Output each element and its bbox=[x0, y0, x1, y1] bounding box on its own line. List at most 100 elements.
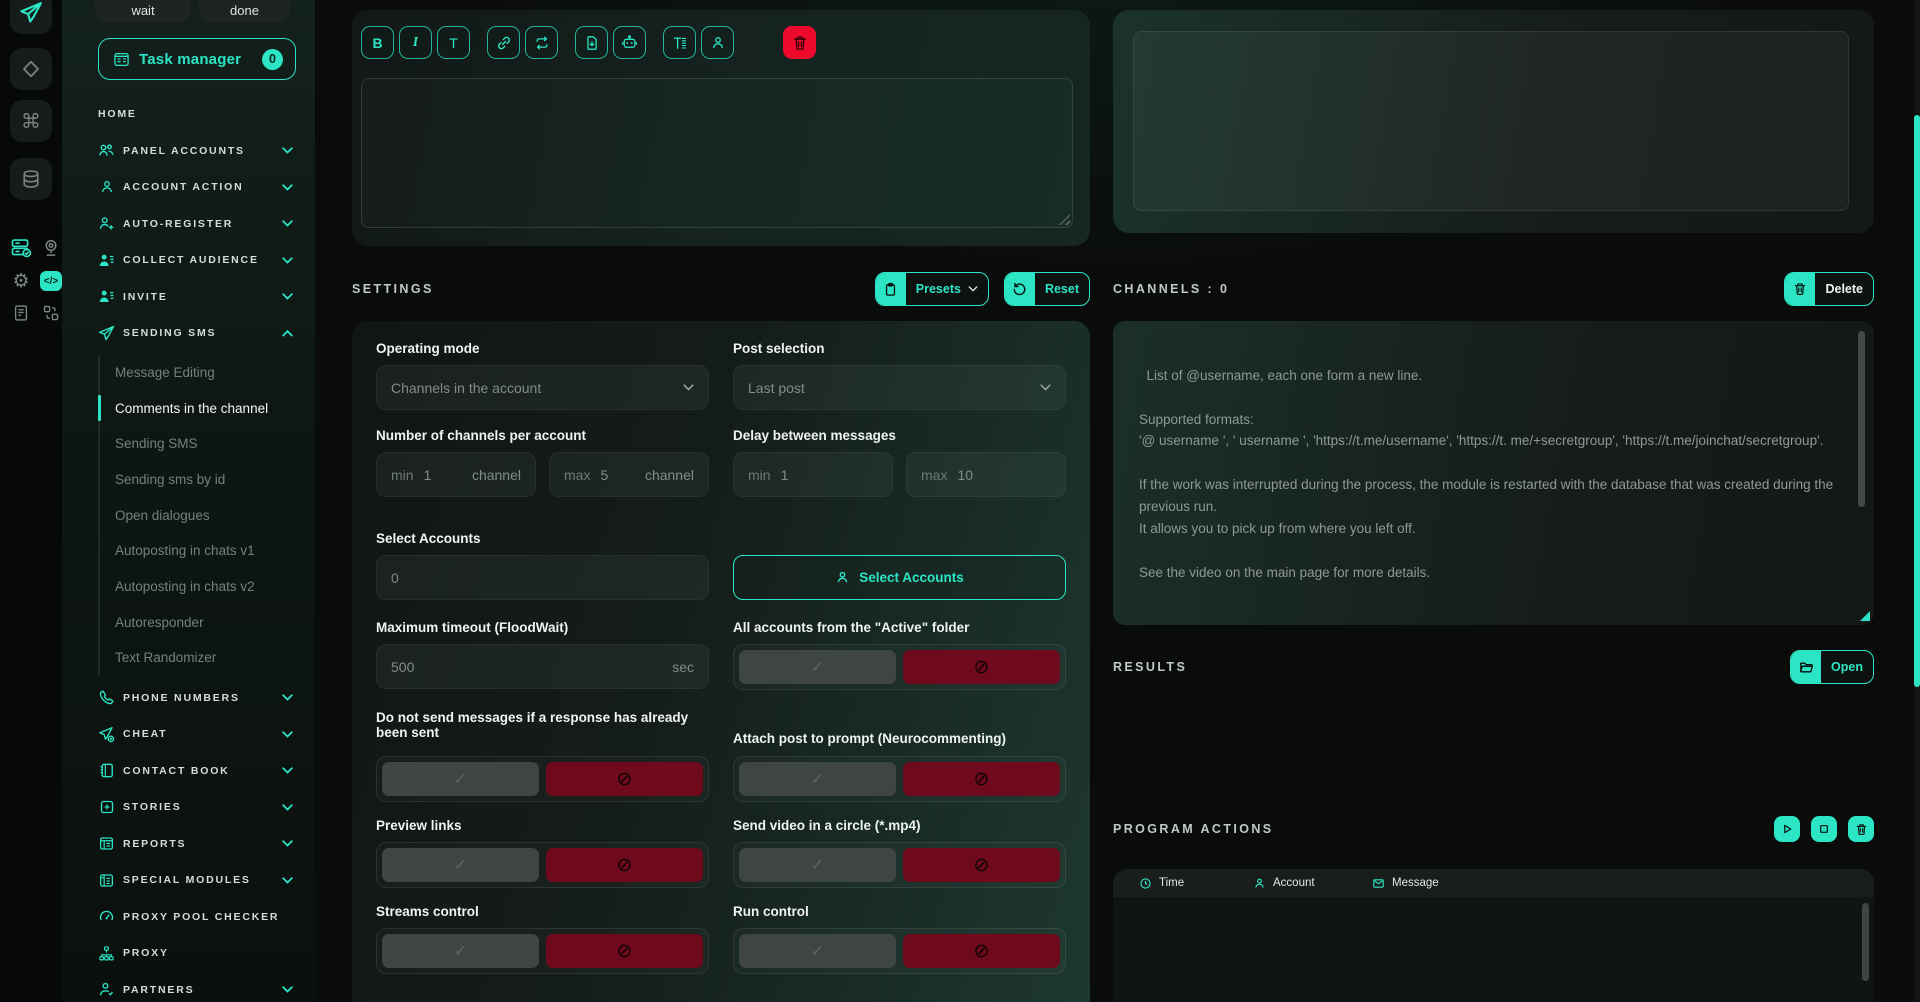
code-window-icon[interactable]: </> bbox=[40, 270, 62, 292]
sidebar-item-panel-accounts[interactable]: PANEL ACCOUNTS bbox=[62, 133, 315, 170]
toggle-no-segment[interactable]: ⊘ bbox=[903, 934, 1060, 968]
channels-scrollbar[interactable] bbox=[1858, 331, 1865, 507]
command-key-icon[interactable]: ⌘ bbox=[10, 100, 52, 142]
column-account[interactable]: Account bbox=[1253, 877, 1372, 890]
active-folder-toggle[interactable]: ✓ ⊘ bbox=[733, 644, 1066, 690]
italic-button[interactable]: I bbox=[399, 26, 432, 59]
submenu-item-comments-in-the-channel[interactable]: Comments in the channel bbox=[100, 390, 315, 426]
play-button[interactable] bbox=[1774, 816, 1800, 842]
submenu-item-autoresponder[interactable]: Autoresponder bbox=[100, 604, 315, 640]
sidebar-item-label: STORIES bbox=[123, 801, 182, 813]
sidebar-item-cheat[interactable]: CHEAT bbox=[62, 716, 315, 753]
timeout-input[interactable]: 500 sec bbox=[376, 644, 709, 689]
settings-gear-icon[interactable]: ⚙ bbox=[10, 270, 32, 292]
send-icon[interactable] bbox=[10, 0, 52, 34]
toggle-yes-segment[interactable]: ✓ bbox=[739, 848, 896, 882]
resize-handle-icon[interactable] bbox=[1860, 611, 1870, 621]
sidebar-item-proxy[interactable]: PROXY bbox=[62, 935, 315, 972]
column-time[interactable]: Time bbox=[1139, 877, 1253, 890]
sidebar-item-partners[interactable]: PARTNERS bbox=[62, 972, 315, 1002]
sidebar-item-home[interactable]: HOME bbox=[62, 96, 315, 133]
post-selection-select[interactable]: Last post bbox=[733, 365, 1066, 410]
toggle-yes-segment[interactable]: ✓ bbox=[739, 934, 896, 968]
server-check-icon[interactable] bbox=[10, 237, 32, 259]
sidebar-item-sending-sms[interactable]: SENDING SMS bbox=[62, 315, 315, 352]
toggle-no-segment[interactable]: ⊘ bbox=[903, 762, 1060, 796]
sidebar-item-special-modules[interactable]: SPECIAL MODULES bbox=[62, 862, 315, 899]
text-button[interactable]: T bbox=[437, 26, 470, 59]
database-icon[interactable] bbox=[10, 158, 52, 200]
toggle-no-segment[interactable]: ⊘ bbox=[546, 934, 703, 968]
sidebar-item-invite[interactable]: INVITE bbox=[62, 279, 315, 316]
done-button[interactable]: done bbox=[199, 0, 290, 22]
link-button[interactable] bbox=[487, 26, 520, 59]
webcam-icon[interactable] bbox=[40, 237, 62, 259]
submenu-item-sending-sms-by-id[interactable]: Sending sms by id bbox=[100, 462, 315, 498]
sidebar-item-auto-register[interactable]: AUTO-REGISTER bbox=[62, 206, 315, 243]
repeat-button[interactable] bbox=[525, 26, 558, 59]
submenu-item-open-dialogues[interactable]: Open dialogues bbox=[100, 497, 315, 533]
run-control-toggle[interactable]: ✓ ⊘ bbox=[733, 928, 1066, 974]
submenu-item-autoposting-v2[interactable]: Autoposting in chats v2 bbox=[100, 569, 315, 605]
video-circle-toggle[interactable]: ✓ ⊘ bbox=[733, 842, 1066, 888]
channels-textarea[interactable]: List of @username, each one form a new l… bbox=[1113, 321, 1874, 625]
neurocommenting-toggle[interactable]: ✓ ⊘ bbox=[733, 756, 1066, 802]
toggle-yes-segment[interactable]: ✓ bbox=[739, 650, 896, 684]
presets-button[interactable]: Presets bbox=[875, 272, 989, 306]
reset-button[interactable]: Reset bbox=[1004, 272, 1090, 306]
sidebar-item-account-action[interactable]: ACCOUNT ACTION bbox=[62, 169, 315, 206]
sidebar-item-reports[interactable]: REPORTS bbox=[62, 826, 315, 863]
submenu-item-autoposting-v1[interactable]: Autoposting in chats v1 bbox=[100, 533, 315, 569]
sidebar-item-contact-book[interactable]: CONTACT BOOK bbox=[62, 753, 315, 790]
streams-control-toggle[interactable]: ✓ ⊘ bbox=[376, 928, 709, 974]
sidebar-item-phone-numbers[interactable]: PHONE NUMBERS bbox=[62, 680, 315, 717]
accounts-count-input[interactable]: 0 bbox=[376, 555, 709, 600]
person-button[interactable] bbox=[701, 26, 734, 59]
toggle-yes-segment[interactable]: ✓ bbox=[382, 762, 539, 796]
delay-max-input[interactable]: max 10 bbox=[906, 452, 1066, 497]
submenu-item-text-randomizer[interactable]: Text Randomizer bbox=[100, 640, 315, 676]
delete-channels-button[interactable]: Delete bbox=[1784, 272, 1874, 306]
table-scrollbar[interactable] bbox=[1862, 903, 1869, 981]
stop-button[interactable] bbox=[1811, 816, 1837, 842]
wait-button[interactable]: wait bbox=[95, 0, 191, 22]
template-button[interactable] bbox=[663, 26, 696, 59]
plus-square-icon bbox=[98, 799, 115, 816]
sidebar-item-collect-audience[interactable]: COLLECT AUDIENCE bbox=[62, 242, 315, 279]
delete-message-button[interactable] bbox=[783, 26, 816, 59]
layout-swap-icon[interactable] bbox=[40, 302, 62, 324]
diamond-icon[interactable] bbox=[10, 48, 52, 90]
channels-min-input[interactable]: min 1 channel bbox=[376, 452, 536, 497]
submenu-item-message-editing[interactable]: Message Editing bbox=[100, 355, 315, 391]
submenu-item-sending-sms[interactable]: Sending SMS bbox=[100, 426, 315, 462]
file-download-button[interactable] bbox=[575, 26, 608, 59]
no-resend-toggle[interactable]: ✓ ⊘ bbox=[376, 756, 709, 802]
sidebar-item-proxy-pool-checker[interactable]: PROXY POOL CHECKER bbox=[62, 899, 315, 936]
open-results-button[interactable]: Open bbox=[1790, 650, 1874, 684]
task-manager-button[interactable]: Task manager 0 bbox=[98, 38, 296, 80]
select-accounts-button[interactable]: Select Accounts bbox=[733, 555, 1066, 600]
page-scrollbar-thumb[interactable] bbox=[1914, 115, 1920, 687]
preview-links-toggle[interactable]: ✓ ⊘ bbox=[376, 842, 709, 888]
column-message[interactable]: Message bbox=[1372, 877, 1874, 890]
notes-icon[interactable] bbox=[10, 302, 32, 324]
bold-button[interactable]: B bbox=[361, 26, 394, 59]
page-scrollbar[interactable] bbox=[1914, 0, 1920, 1002]
toggle-yes-segment[interactable]: ✓ bbox=[739, 762, 896, 796]
toggle-yes-segment[interactable]: ✓ bbox=[382, 848, 539, 882]
message-textarea[interactable] bbox=[361, 78, 1073, 228]
toggle-no-segment[interactable]: ⊘ bbox=[546, 762, 703, 796]
delay-min-input[interactable]: min 1 bbox=[733, 452, 893, 497]
operating-mode-select[interactable]: Channels in the account bbox=[376, 365, 709, 410]
preview-textarea[interactable] bbox=[1133, 31, 1849, 211]
toggle-no-segment[interactable]: ⊘ bbox=[546, 848, 703, 882]
sidebar-item-stories[interactable]: STORIES bbox=[62, 789, 315, 826]
toggle-no-segment[interactable]: ⊘ bbox=[903, 848, 1060, 882]
toggle-no-segment[interactable]: ⊘ bbox=[903, 650, 1060, 684]
robot-button[interactable] bbox=[613, 26, 646, 59]
resize-grip-icon[interactable] bbox=[1059, 214, 1070, 225]
toggle-yes-segment[interactable]: ✓ bbox=[382, 934, 539, 968]
paper-plane-plus-icon bbox=[98, 726, 115, 743]
channels-max-input[interactable]: max 5 channel bbox=[549, 452, 709, 497]
clear-actions-button[interactable] bbox=[1848, 816, 1874, 842]
